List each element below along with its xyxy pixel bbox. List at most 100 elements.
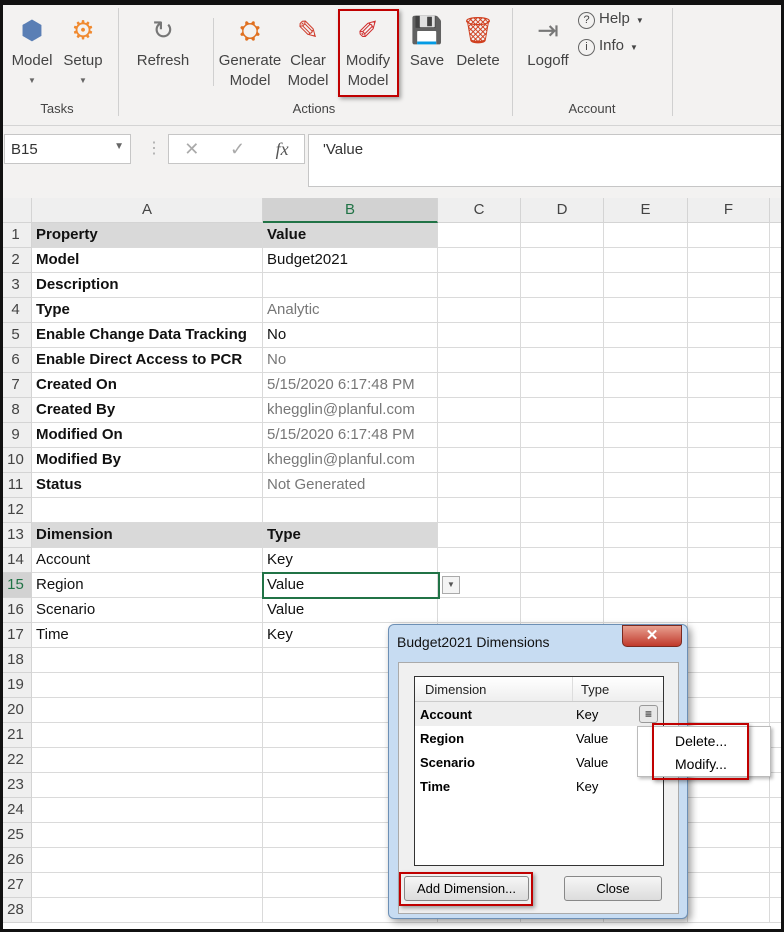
cell[interactable] xyxy=(688,348,770,373)
cell[interactable] xyxy=(688,823,770,848)
cell-A3[interactable]: Description xyxy=(32,273,263,298)
dimensions-list[interactable]: Dimension Type Account Key ≡ Region Value Sce… xyxy=(414,676,664,866)
cell[interactable] xyxy=(770,398,784,423)
clear-model-button[interactable]: ✎ Clear Model xyxy=(284,10,332,91)
cell-A18[interactable] xyxy=(32,648,263,673)
cell[interactable] xyxy=(688,623,770,648)
list-item[interactable]: Time Key xyxy=(415,774,663,798)
row-header-10[interactable]: 10 xyxy=(0,448,32,473)
cell[interactable] xyxy=(688,873,770,898)
row-header-12[interactable]: 12 xyxy=(0,498,32,523)
cell[interactable] xyxy=(604,523,688,548)
cell-A13[interactable]: Dimension xyxy=(32,523,263,548)
formula-input[interactable]: 'Value xyxy=(308,134,784,187)
cell[interactable] xyxy=(688,298,770,323)
column-header-dimension[interactable]: Dimension xyxy=(425,682,486,697)
cell[interactable] xyxy=(688,848,770,873)
cell-A22[interactable] xyxy=(32,748,263,773)
cell-B14[interactable]: Key xyxy=(263,548,438,573)
cell[interactable] xyxy=(770,673,784,698)
cell-B9[interactable]: 5/15/2020 6:17:48 PM xyxy=(263,423,438,448)
cell[interactable] xyxy=(438,498,521,523)
cell[interactable] xyxy=(770,823,784,848)
cell[interactable] xyxy=(604,398,688,423)
cell[interactable] xyxy=(770,573,784,598)
cell-A6[interactable]: Enable Direct Access to PCR xyxy=(32,348,263,373)
cell-A12[interactable] xyxy=(32,498,263,523)
info-button[interactable]: i Info ▼ xyxy=(578,37,638,56)
cell[interactable] xyxy=(438,348,521,373)
enter-icon[interactable]: ✓ xyxy=(230,139,245,160)
model-button[interactable]: ⬢ Model ▼ xyxy=(4,10,60,91)
list-item[interactable]: Account Key ≡ xyxy=(415,702,663,726)
drag-handle-icon[interactable]: ⋮ xyxy=(146,138,162,158)
cell[interactable] xyxy=(770,498,784,523)
cell[interactable] xyxy=(688,498,770,523)
cell[interactable] xyxy=(604,323,688,348)
cell[interactable] xyxy=(688,473,770,498)
cell-A27[interactable] xyxy=(32,873,263,898)
cell[interactable] xyxy=(688,573,770,598)
cell-B3[interactable] xyxy=(263,273,438,298)
cell[interactable] xyxy=(770,298,784,323)
cell[interactable] xyxy=(770,648,784,673)
row-header-16[interactable]: 16 xyxy=(0,598,32,623)
delete-button[interactable]: 🗑 Delete xyxy=(452,10,504,71)
cell[interactable] xyxy=(770,548,784,573)
row-header-24[interactable]: 24 xyxy=(0,798,32,823)
cell-A24[interactable] xyxy=(32,798,263,823)
cell[interactable] xyxy=(770,273,784,298)
cell[interactable] xyxy=(688,398,770,423)
chevron-down-icon[interactable]: ▼ xyxy=(114,141,124,152)
menu-icon[interactable]: ≡ xyxy=(639,705,658,723)
cell[interactable] xyxy=(604,598,688,623)
list-item[interactable]: Region Value xyxy=(415,726,663,750)
cell-dropdown-button[interactable]: ▼ xyxy=(442,576,460,594)
cell[interactable] xyxy=(604,223,688,248)
cell-B16[interactable]: Value xyxy=(263,598,438,623)
row-header-4[interactable]: 4 xyxy=(0,298,32,323)
cell-A1[interactable]: Property xyxy=(32,223,263,248)
row-header-25[interactable]: 25 xyxy=(0,823,32,848)
row-header-20[interactable]: 20 xyxy=(0,698,32,723)
cell[interactable] xyxy=(770,348,784,373)
cell[interactable] xyxy=(770,223,784,248)
cell-A2[interactable]: Model xyxy=(32,248,263,273)
cell[interactable] xyxy=(604,248,688,273)
name-box[interactable]: B15 ▼ xyxy=(4,134,131,164)
row-header-22[interactable]: 22 xyxy=(0,748,32,773)
cell-B13[interactable]: Type xyxy=(263,523,438,548)
cell[interactable] xyxy=(521,373,604,398)
cell[interactable] xyxy=(770,248,784,273)
row-header-17[interactable]: 17 xyxy=(0,623,32,648)
cell[interactable] xyxy=(521,498,604,523)
cell-A7[interactable]: Created On xyxy=(32,373,263,398)
cell[interactable] xyxy=(438,248,521,273)
cell-B12[interactable] xyxy=(263,498,438,523)
cell[interactable] xyxy=(604,348,688,373)
row-header-13[interactable]: 13 xyxy=(0,523,32,548)
cell-A11[interactable]: Status xyxy=(32,473,263,498)
cell[interactable] xyxy=(521,598,604,623)
cell-B6[interactable]: No xyxy=(263,348,438,373)
logoff-button[interactable]: ⇥ Logoff xyxy=(521,10,575,71)
cell[interactable] xyxy=(438,273,521,298)
row-header-3[interactable]: 3 xyxy=(0,273,32,298)
cell-A23[interactable] xyxy=(32,773,263,798)
close-button[interactable]: Close xyxy=(564,876,662,901)
cell[interactable] xyxy=(688,273,770,298)
cell[interactable] xyxy=(688,898,770,923)
cell[interactable] xyxy=(770,698,784,723)
function-icon[interactable]: fx xyxy=(276,139,289,160)
column-header-type[interactable]: Type xyxy=(572,677,638,701)
cell[interactable] xyxy=(438,523,521,548)
cell-B1[interactable]: Value xyxy=(263,223,438,248)
cell[interactable] xyxy=(688,373,770,398)
cell[interactable] xyxy=(521,298,604,323)
cell[interactable] xyxy=(770,373,784,398)
cell-A15[interactable]: Region xyxy=(32,573,263,598)
cell[interactable] xyxy=(438,448,521,473)
cell[interactable] xyxy=(770,598,784,623)
cell-B4[interactable]: Analytic xyxy=(263,298,438,323)
cell[interactable] xyxy=(688,673,770,698)
